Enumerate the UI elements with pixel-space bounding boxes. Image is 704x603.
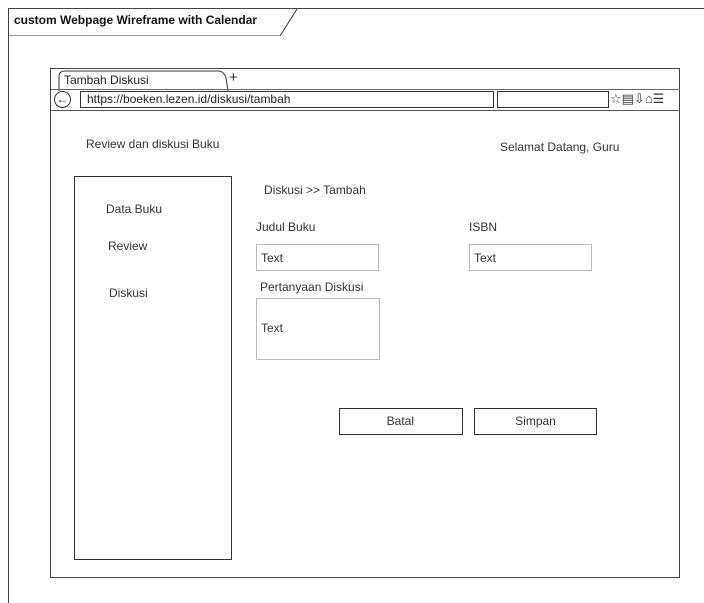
isbn-value: Text bbox=[474, 251, 497, 265]
isbn-input[interactable]: Text bbox=[469, 244, 592, 271]
save-button[interactable]: Simpan bbox=[474, 408, 597, 435]
app-title: Review dan diskusi Buku bbox=[86, 137, 220, 151]
arrow-left-icon: ← bbox=[56, 92, 69, 106]
tab-label: Tambah Diskusi bbox=[64, 73, 149, 87]
sidebar-item-diskusi[interactable]: Diskusi bbox=[109, 286, 148, 300]
cancel-button[interactable]: Batal bbox=[339, 408, 463, 435]
frame-title: custom Webpage Wireframe with Calendar bbox=[14, 13, 258, 27]
judul-buku-input[interactable]: Text bbox=[256, 244, 379, 271]
toolbar-icons-glyphs[interactable]: ☆▤⇩⌂☰ bbox=[610, 91, 664, 106]
pertanyaan-diskusi-label: Pertanyaan Diskusi bbox=[260, 280, 364, 294]
url-text: https://boeken.lezen.id/diskusi/tambah bbox=[87, 92, 291, 106]
browser-toolbar-icons[interactable]: ☆▤⇩⌂☰ bbox=[610, 90, 664, 108]
sidebar-item-data-buku[interactable]: Data Buku bbox=[106, 202, 162, 216]
welcome-text: Selamat Datang, Guru bbox=[500, 140, 620, 154]
judul-buku-value: Text bbox=[261, 251, 284, 265]
new-tab-button[interactable]: + bbox=[229, 69, 238, 87]
judul-buku-label: Judul Buku bbox=[256, 220, 316, 234]
back-button[interactable]: ← bbox=[54, 91, 71, 108]
browser-search-input[interactable] bbox=[497, 91, 609, 108]
isbn-label: ISBN bbox=[469, 220, 498, 234]
breadcrumb: Diskusi >> Tambah bbox=[264, 183, 366, 197]
pertanyaan-diskusi-textarea[interactable]: Text bbox=[256, 298, 380, 360]
pertanyaan-diskusi-value: Text bbox=[261, 321, 284, 335]
toolbar-divider bbox=[51, 110, 680, 111]
tabstrip-divider bbox=[51, 89, 680, 90]
sidebar-item-review[interactable]: Review bbox=[108, 239, 147, 253]
sidebar bbox=[74, 176, 232, 560]
